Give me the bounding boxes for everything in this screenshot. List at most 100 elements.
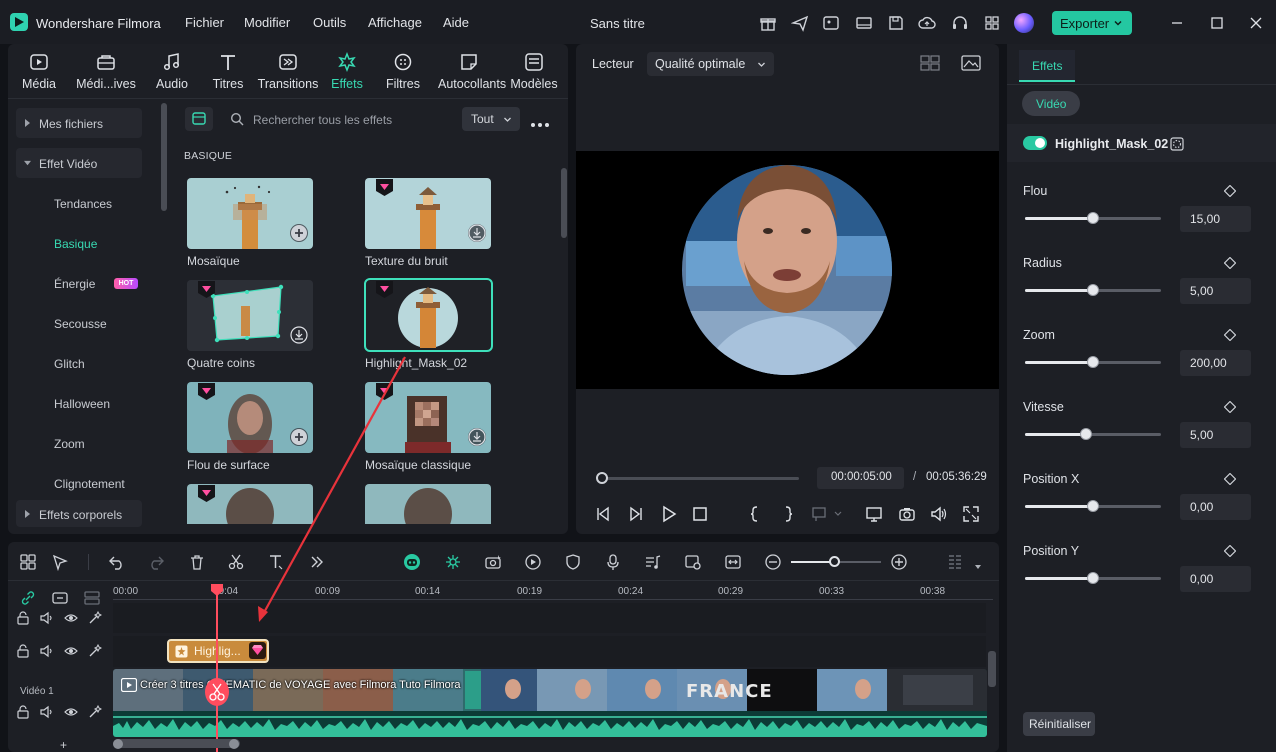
param-slider-knob[interactable] (1087, 284, 1099, 296)
param-value-zoom[interactable]: 200,00 (1180, 350, 1251, 376)
playhead-handle[interactable] (210, 583, 224, 597)
effects-scrollbar[interactable] (561, 168, 567, 238)
apps-grid-icon[interactable] (983, 14, 1001, 32)
tab-filters[interactable]: Filtres (372, 52, 434, 98)
nav-my-files[interactable]: Mes fichiers (16, 108, 142, 138)
favorites-button[interactable] (185, 107, 213, 131)
nav-sub-zoom[interactable]: Zoom (54, 437, 85, 451)
shield-icon[interactable] (564, 553, 582, 571)
chevron-down-icon[interactable] (1113, 17, 1123, 27)
nav-sub-tendances[interactable]: Tendances (54, 197, 112, 211)
layout-icon[interactable] (19, 553, 37, 571)
grid-view-icon[interactable] (920, 55, 940, 71)
clip-settings-icon[interactable] (684, 553, 702, 571)
param-slider-knob[interactable] (1087, 572, 1099, 584)
nav-sub-secousse[interactable]: Secousse (54, 317, 107, 331)
tab-audio[interactable]: Audio (141, 52, 203, 98)
filter-dropdown[interactable]: Tout (462, 107, 520, 131)
nav-scrollbar[interactable] (161, 103, 167, 211)
nav-sub-energie[interactable]: Énergie (54, 277, 95, 291)
snapshot-camera-icon[interactable] (898, 505, 916, 523)
param-value-position-y[interactable]: 0,00 (1180, 566, 1251, 592)
lock-icon[interactable] (16, 611, 30, 625)
param-value-vitesse[interactable]: 5,00 (1180, 422, 1251, 448)
zoom-out-icon[interactable] (764, 553, 782, 571)
tab-effects[interactable]: Effets (316, 51, 378, 98)
scissors-icon[interactable] (227, 553, 245, 571)
add-track-icon[interactable] (83, 589, 101, 607)
effect-wand-icon[interactable] (88, 610, 103, 625)
fit-width-icon[interactable] (724, 553, 742, 571)
track-options-icon[interactable] (946, 553, 964, 571)
select-tool-icon[interactable] (51, 553, 69, 572)
headset-icon[interactable] (951, 14, 969, 32)
menu-fichier[interactable]: Fichier (185, 15, 224, 30)
send-icon[interactable] (790, 14, 809, 32)
microphone-icon[interactable] (604, 553, 622, 571)
add-track-button[interactable]: + (60, 738, 67, 752)
keyframe-diamond-icon[interactable] (1223, 256, 1237, 270)
lock-icon[interactable] (16, 705, 30, 719)
display-icon[interactable] (855, 14, 873, 32)
delete-icon[interactable] (188, 553, 206, 571)
download-icon[interactable] (468, 428, 486, 446)
playhead-line[interactable] (216, 590, 218, 752)
param-slider-knob[interactable] (1087, 500, 1099, 512)
marker-dropdown-icon[interactable] (811, 505, 843, 523)
mark-out-icon[interactable] (779, 505, 797, 523)
menu-modifier[interactable]: Modifier (244, 15, 290, 30)
timeline-vertical-scrollbar[interactable] (988, 651, 996, 687)
playback-progress-track[interactable] (599, 477, 799, 480)
screen-display-icon[interactable] (865, 505, 883, 523)
keyframe-diamond-icon[interactable] (1223, 472, 1237, 486)
download-icon[interactable] (468, 224, 486, 242)
stop-icon[interactable] (691, 505, 709, 523)
chevron-down-icon[interactable] (974, 559, 982, 569)
add-effect-icon[interactable] (290, 428, 308, 446)
scrollbar-handle-right[interactable] (229, 739, 239, 749)
keyframe-diamond-icon[interactable] (1223, 328, 1237, 342)
menu-outils[interactable]: Outils (313, 15, 346, 30)
nav-sub-glitch[interactable]: Glitch (54, 357, 85, 371)
eye-icon[interactable] (64, 644, 78, 658)
effect-toggle[interactable] (1023, 136, 1047, 150)
gift-icon[interactable] (759, 14, 777, 32)
scrollbar-handle-left[interactable] (113, 739, 123, 749)
timeline-horizontal-scrollbar[interactable] (113, 739, 240, 748)
more-tools-icon[interactable] (308, 553, 326, 571)
current-timecode[interactable]: 00:00:05:00 (817, 467, 904, 489)
undo-icon[interactable] (108, 553, 126, 571)
image-view-icon[interactable] (961, 55, 981, 71)
maximize-icon[interactable] (1208, 14, 1226, 32)
speaker-icon[interactable] (40, 705, 54, 719)
nav-sub-basique[interactable]: Basique (54, 237, 97, 251)
param-value-radius[interactable]: 5,00 (1180, 278, 1251, 304)
param-slider-vitesse[interactable] (1025, 433, 1161, 436)
param-slider-knob[interactable] (1087, 356, 1099, 368)
playback-scrubber[interactable] (596, 472, 608, 484)
user-avatar[interactable] (1014, 13, 1034, 33)
menu-affichage[interactable]: Affichage (368, 15, 422, 30)
eye-icon[interactable] (64, 705, 78, 719)
link-icon[interactable] (19, 589, 37, 607)
tab-stock-media[interactable]: Médi...ives (75, 52, 137, 98)
text-tool-icon[interactable] (267, 553, 285, 571)
previous-frame-icon[interactable] (594, 505, 612, 523)
split-scissors-icon[interactable] (204, 677, 230, 707)
quality-dropdown[interactable]: Qualité optimale (647, 52, 774, 76)
ai-camera-icon[interactable] (484, 553, 502, 571)
play-icon[interactable] (660, 505, 678, 523)
tab-titles[interactable]: Titres (197, 52, 259, 98)
audio-mix-icon[interactable] (644, 553, 662, 571)
speaker-icon[interactable] (40, 644, 54, 658)
tab-stickers[interactable]: Autocollants (438, 52, 506, 98)
param-value-flou[interactable]: 15,00 (1180, 206, 1251, 232)
render-icon[interactable] (524, 553, 542, 571)
tab-transitions[interactable]: Transitions (257, 52, 319, 98)
eye-icon[interactable] (64, 611, 78, 625)
tab-effets-properties[interactable]: Effets (1019, 50, 1075, 82)
mark-in-icon[interactable] (746, 505, 764, 523)
lock-icon[interactable] (16, 644, 30, 658)
add-effect-icon[interactable] (290, 224, 308, 242)
keyframe-diamond-icon[interactable] (1223, 184, 1237, 198)
